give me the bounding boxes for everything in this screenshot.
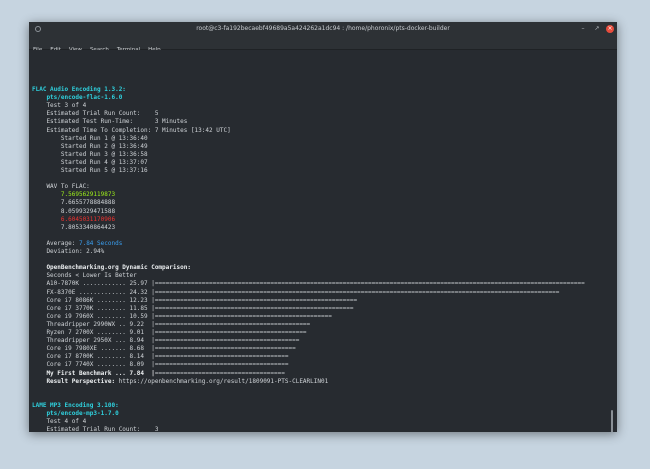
comparison-bar: ========================================… [154, 304, 354, 312]
comparison-bar: ======================================= [154, 345, 296, 353]
terminal-line: Core i9 7960X ........ 10.59 |==========… [32, 312, 332, 320]
terminal-output[interactable]: FLAC Audio Encoding 1.3.2: pts/encode-fl… [29, 50, 609, 432]
terminal-line: Started Run 3 @ 13:36:58 [32, 150, 148, 158]
close-button[interactable]: × [606, 25, 614, 33]
comparison-bar: ========================================… [154, 280, 585, 288]
terminal-line: Estimated Test Run-Time: 3 Minutes [32, 118, 188, 126]
terminal-window: root@c3-fa192becaebf49689a5a424262a1dc94… [29, 22, 617, 432]
comparison-bar: ========================================… [154, 296, 358, 304]
terminal-line: 7.5695629119873 [32, 191, 116, 199]
terminal-line: Test 3 of 4 [32, 102, 87, 110]
terminal-line: Threadripper 2990WX .. 9.22 |===========… [32, 320, 311, 328]
terminal-line: Test 4 of 4 [32, 418, 87, 426]
terminal-line: My First Benchmark ... 7.84 |===========… [32, 369, 285, 377]
terminal-line: Started Run 2 @ 13:36:49 [32, 142, 148, 150]
window-title: root@c3-fa192becaebf49689a5a424262a1dc94… [196, 25, 450, 32]
terminal-line: Result Perspective: https://openbenchmar… [32, 377, 329, 385]
terminal-line: Deviation: 2.94% [32, 248, 105, 255]
maximize-button[interactable]: ↗ [593, 25, 601, 33]
terminal-line: Threadripper 2950X ... 8.94 |===========… [32, 337, 300, 345]
terminal-line: 7.8053340864423 [32, 223, 116, 231]
terminal-line: Seconds < Lower Is Better [32, 272, 137, 280]
terminal-line: Ryzen 7 2700X ........ 9.01 |===========… [32, 329, 307, 336]
menu-bar: FileEditViewSearchTerminalHelp [29, 36, 617, 53]
terminal-line: LAME MP3 Encoding 3.100: [32, 401, 119, 409]
terminal-line: pts/encode-flac-1.6.0 [32, 94, 123, 102]
terminal-line: FLAC Audio Encoding 1.3.2: [32, 86, 126, 93]
comparison-bar: ===================================== [154, 361, 289, 369]
scrollbar[interactable] [609, 50, 617, 432]
terminal-line: Started Run 5 @ 13:37:16 [32, 167, 148, 174]
terminal-line: Estimated Trial Run Count: 5 [32, 110, 159, 118]
terminal-line: Average: 7.84 Seconds [32, 239, 123, 247]
terminal-line: Started Run 1 @ 13:36:40 [32, 134, 148, 142]
title-bar[interactable]: root@c3-fa192becaebf49689a5a424262a1dc94… [29, 22, 617, 36]
comparison-bar: ========================================… [154, 312, 332, 320]
terminal-line: Core i7 3770K ........ 11.85 |==========… [32, 304, 354, 312]
terminal-line: Core i7 8086K ........ 12.23 |==========… [32, 296, 358, 304]
terminal-line: 6.6045031170906 [32, 215, 116, 223]
terminal-line: OpenBenchmarking.org Dynamic Comparison: [32, 264, 191, 272]
minimize-button[interactable]: – [579, 25, 587, 33]
comparison-bar: ===================================== [154, 353, 289, 361]
terminal-line-label: Result Perspective: [32, 377, 116, 385]
terminal-line: Core i9 7980XE ....... 8.68 |===========… [32, 345, 296, 353]
terminal-line: WAV To FLAC: [32, 183, 90, 191]
scrollbar-thumb[interactable] [611, 410, 613, 432]
comparison-bar: ========================================… [154, 288, 560, 296]
terminal-line: Core i7 8700K ........ 8.14 |===========… [32, 353, 289, 361]
terminal-line: Estimated Time To Completion: 7 Minutes … [32, 126, 231, 134]
comparison-bar: ========================================… [154, 320, 311, 328]
terminal-line: 7.6655778884888 [32, 199, 116, 207]
terminal-line: Estimated Trial Run Count: 3 [32, 426, 159, 432]
average-value: 7.84 Seconds [78, 239, 123, 247]
terminal-line: A10-7870K ............ 25.97 |==========… [32, 280, 585, 288]
terminal-line: Started Run 4 @ 13:37:07 [32, 158, 148, 166]
terminal-line: pts/encode-mp3-1.7.0 [32, 410, 119, 417]
comparison-bar: ======================================== [154, 337, 300, 345]
terminal-line: Core i7 7740X ........ 8.09 |===========… [32, 361, 289, 369]
comparison-bar: ==================================== [154, 369, 285, 377]
comparison-bar: ========================================… [154, 329, 307, 336]
terminal-line: 8.0599329471588 [32, 207, 116, 215]
terminal-line: FX-8370E ............. 24.32 |==========… [32, 288, 560, 296]
